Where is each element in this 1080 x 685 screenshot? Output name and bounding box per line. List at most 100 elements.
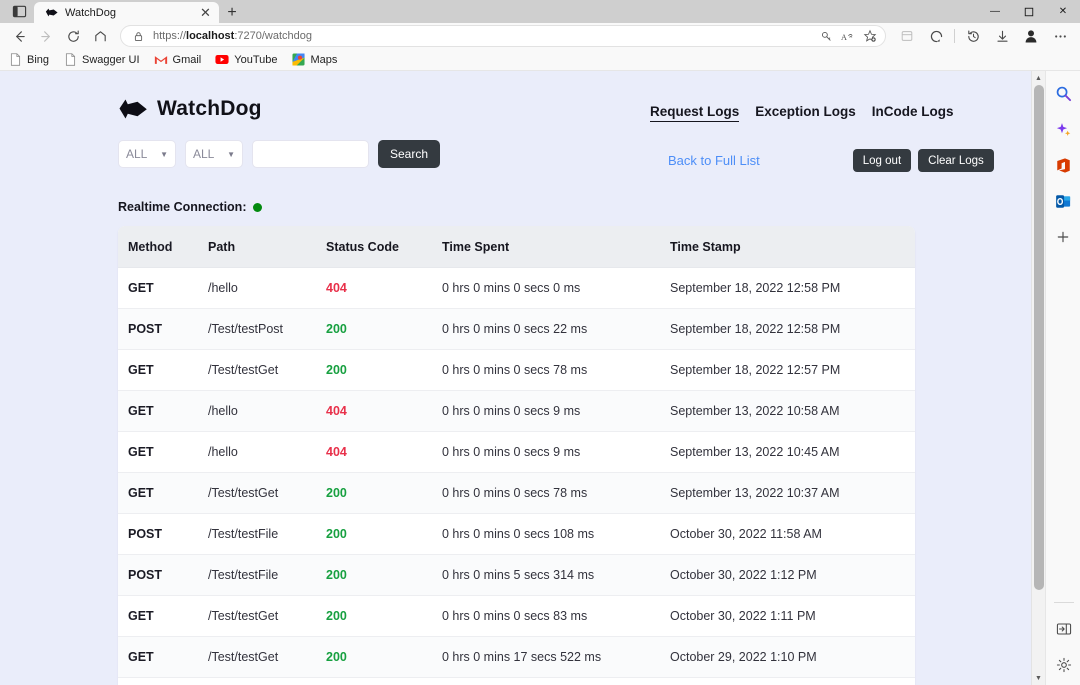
- cell-time-stamp: September 18, 2022 12:58 PM: [670, 268, 915, 309]
- forward-arrow-icon: [33, 25, 59, 47]
- search-button[interactable]: Search: [378, 140, 440, 168]
- window-controls: — ✕: [978, 0, 1080, 23]
- read-aloud-icon[interactable]: A: [837, 26, 859, 46]
- reload-icon[interactable]: [60, 25, 86, 47]
- column-header-time-spent[interactable]: Time Spent: [442, 226, 670, 268]
- column-header-status-code[interactable]: Status Code: [326, 226, 442, 268]
- nav-link-exception-logs[interactable]: Exception Logs: [755, 104, 856, 122]
- password-key-icon[interactable]: [815, 26, 837, 46]
- back-arrow-icon[interactable]: [6, 25, 32, 47]
- cell-path: /Test/testGet: [208, 350, 326, 391]
- column-header-time-stamp[interactable]: Time Stamp: [670, 226, 915, 268]
- collections-icon[interactable]: [893, 25, 921, 47]
- cell-path: /hello: [208, 432, 326, 473]
- add-sidebar-app-icon[interactable]: [1051, 225, 1075, 249]
- nav-link-incode-logs[interactable]: InCode Logs: [872, 104, 954, 122]
- add-favorite-star-icon[interactable]: [859, 26, 881, 46]
- method-filter-select[interactable]: ALL ▼: [118, 140, 176, 168]
- new-tab-button[interactable]: +: [219, 2, 245, 23]
- close-icon[interactable]: ✕: [198, 5, 213, 20]
- cell-time-spent: 0 hrs 0 mins 17 secs 522 ms: [442, 637, 670, 678]
- cell-method: GET: [118, 432, 208, 473]
- nav-link-request-logs[interactable]: Request Logs: [650, 104, 739, 122]
- table-row[interactable]: GET/Test/testGet2000 hrs 0 mins 0 secs 8…: [118, 596, 915, 637]
- maximize-button[interactable]: [1012, 0, 1046, 23]
- cell-time-spent: 0 hrs 0 mins 0 secs 140 ms: [442, 678, 670, 685]
- settings-and-more-icon[interactable]: [1046, 25, 1074, 47]
- cell-time-spent: 0 hrs 0 mins 0 secs 22 ms: [442, 309, 670, 350]
- profile-avatar-icon[interactable]: [1017, 25, 1045, 47]
- minimize-button[interactable]: —: [978, 0, 1012, 23]
- watchdog-page: WatchDog Request Logs Exception Logs InC…: [0, 71, 1031, 685]
- status-filter-select[interactable]: ALL ▼: [185, 140, 243, 168]
- scrollbar-thumb[interactable]: [1034, 85, 1044, 590]
- chevron-down-icon: ▼: [160, 150, 168, 159]
- svg-text:A: A: [841, 32, 847, 41]
- scroll-down-arrow-icon[interactable]: ▼: [1032, 671, 1045, 685]
- youtube-icon: [215, 53, 229, 67]
- history-icon[interactable]: [959, 25, 987, 47]
- edge-sidebar-bottom: [1046, 602, 1080, 677]
- home-icon[interactable]: [87, 25, 113, 47]
- address-bar[interactable]: https://localhost:7270/watchdog A: [120, 25, 886, 47]
- bookmark-label: Swagger UI: [82, 54, 139, 66]
- address-bar-url: https://localhost:7270/watchdog: [147, 30, 815, 42]
- table-row[interactable]: GET/Test/testGet2000 hrs 0 mins 17 secs …: [118, 637, 915, 678]
- bookmark-label: Gmail: [173, 54, 202, 66]
- cell-time-stamp: October 30, 2022 11:58 AM: [670, 514, 915, 555]
- close-window-button[interactable]: ✕: [1046, 0, 1080, 23]
- toggle-sidebar-icon[interactable]: [1052, 617, 1076, 641]
- cell-path: /hello: [208, 391, 326, 432]
- copilot-icon[interactable]: [1051, 117, 1075, 141]
- table-row[interactable]: GET/hello4040 hrs 0 mins 0 secs 0 msSept…: [118, 268, 915, 309]
- bookmark-label: YouTube: [234, 54, 277, 66]
- table-row[interactable]: GET/hello4040 hrs 0 mins 0 secs 9 msSept…: [118, 391, 915, 432]
- generic-page-icon: [8, 53, 22, 67]
- column-header-method[interactable]: Method: [118, 226, 208, 268]
- settings-gear-icon[interactable]: [1052, 653, 1076, 677]
- back-to-full-list-link[interactable]: Back to Full List: [668, 153, 760, 168]
- bookmark-gmail[interactable]: Gmail: [154, 53, 202, 67]
- cell-status-code: 200: [326, 350, 442, 391]
- realtime-connection-label: Realtime Connection:: [118, 200, 247, 214]
- generic-page-icon: [63, 53, 77, 67]
- sidebar-divider: [1054, 602, 1074, 603]
- search-icon[interactable]: [1051, 81, 1075, 105]
- page-scrollbar[interactable]: ▲ ▼: [1031, 71, 1045, 685]
- column-header-path[interactable]: Path: [208, 226, 326, 268]
- table-row[interactable]: GET/Test/testGet2000 hrs 0 mins 0 secs 7…: [118, 350, 915, 391]
- scroll-up-arrow-icon[interactable]: ▲: [1032, 71, 1045, 85]
- chevron-down-icon: ▼: [227, 150, 235, 159]
- tab-strip: WatchDog ✕ + — ✕: [0, 0, 1080, 23]
- bookmark-label: Bing: [27, 54, 49, 66]
- browser-essentials-icon[interactable]: [922, 25, 950, 47]
- clear-logs-button[interactable]: Clear Logs: [918, 149, 994, 172]
- table-body: GET/hello4040 hrs 0 mins 0 secs 0 msSept…: [118, 268, 915, 685]
- watchdog-dog-icon: [44, 6, 58, 20]
- browser-tab[interactable]: WatchDog ✕: [34, 2, 219, 23]
- brand-name: WatchDog: [157, 97, 262, 121]
- cell-time-stamp: October 30, 2022 1:11 PM: [670, 596, 915, 637]
- table-row[interactable]: GET/Test/testGet2000 hrs 0 mins 0 secs 7…: [118, 473, 915, 514]
- cell-time-spent: 0 hrs 0 mins 0 secs 83 ms: [442, 596, 670, 637]
- table-row[interactable]: POST/Test/testFile2000 hrs 0 mins 0 secs…: [118, 514, 915, 555]
- edge-sidebar: [1045, 71, 1080, 685]
- table-row[interactable]: POST/Test/testPost2000 hrs 0 mins 0 secs…: [118, 309, 915, 350]
- bookmark-maps[interactable]: Maps: [291, 53, 337, 67]
- table-row[interactable]: GET/hello4040 hrs 0 mins 0 secs 9 msSept…: [118, 432, 915, 473]
- bookmark-youtube[interactable]: YouTube: [215, 53, 277, 67]
- bookmark-bing[interactable]: Bing: [8, 53, 49, 67]
- outlook-icon[interactable]: [1051, 189, 1075, 213]
- office-icon[interactable]: [1051, 153, 1075, 177]
- log-out-button[interactable]: Log out: [853, 149, 911, 172]
- cell-time-stamp: September 18, 2022 12:57 PM: [670, 350, 915, 391]
- cell-path: /Test/testFile: [208, 555, 326, 596]
- tab-search-icon[interactable]: [4, 0, 34, 23]
- downloads-icon[interactable]: [988, 25, 1016, 47]
- search-input[interactable]: [252, 140, 369, 168]
- table-row[interactable]: POST/Test/testFile2000 hrs 0 mins 5 secs…: [118, 555, 915, 596]
- cell-time-stamp: October 29, 2022 1:08 PM: [670, 678, 915, 685]
- table-row[interactable]: GET/Test/testGet2000 hrs 0 mins 0 secs 1…: [118, 678, 915, 685]
- bookmark-swagger-ui[interactable]: Swagger UI: [63, 53, 139, 67]
- request-logs-table: Method Path Status Code Time Spent Time …: [118, 226, 915, 685]
